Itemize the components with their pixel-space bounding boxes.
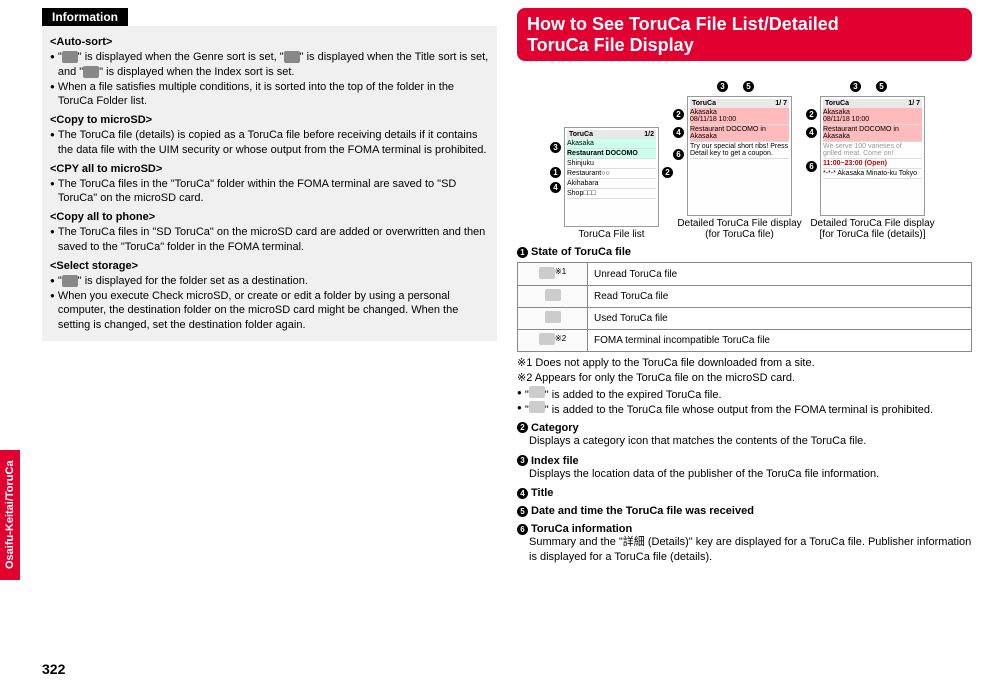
auto-sort-bullet-1: "" is displayed when the Genre sort is s… <box>50 50 489 80</box>
note-bullet-prohibited: "" is added to the ToruCa file whose out… <box>517 401 972 416</box>
output-prohibited-icon <box>529 401 545 413</box>
state-table: ※1 Unread ToruCa file Read ToruCa file U… <box>517 262 972 352</box>
callout-2-icon: 2 <box>662 167 673 178</box>
fig-c-caption-l2: [for ToruCa file (details)] <box>810 229 935 240</box>
select-storage-bullet-2: When you execute Check microSD, or creat… <box>50 289 489 334</box>
select-storage-bullet-1: "" is displayed for the folder set as a … <box>50 274 489 289</box>
callout-3-icon: 3 <box>717 81 728 92</box>
note-1: ※1 Does not apply to the ToruCa file dow… <box>527 356 972 371</box>
information-header: Information <box>42 8 128 26</box>
callout-5-icon: 5 <box>517 506 528 517</box>
unread-toruca-icon <box>539 267 555 279</box>
used-toruca-icon <box>545 311 561 323</box>
cell-used: Used ToruCa file <box>588 307 972 329</box>
callout-1-icon: 1 <box>517 247 528 258</box>
item-4-heading: 4Title <box>517 487 972 499</box>
item-1-heading: 1State of ToruCa file <box>517 246 972 258</box>
note-2: ※2 Appears for only the ToruCa file on t… <box>527 371 972 386</box>
side-tab: Osaifu-Keitai/ToruCa <box>0 450 20 580</box>
callout-4-icon: 4 <box>550 182 561 193</box>
index-sort-icon <box>83 66 99 78</box>
select-storage-heading: <Select storage> <box>50 259 489 274</box>
phone-screen-detail-2: ToruCa1/ 7 Akasaka08/11/18 10:00 Restaur… <box>820 96 925 216</box>
destination-folder-icon <box>62 275 78 287</box>
title-sort-icon <box>284 51 300 63</box>
note-bullet-expired: "" is added to the expired ToruCa file. <box>517 386 972 401</box>
table-row: Used ToruCa file <box>518 307 972 329</box>
callout-4-icon: 4 <box>806 127 817 138</box>
item-5-heading: 5Date and time the ToruCa file was recei… <box>517 505 972 517</box>
read-toruca-icon <box>545 289 561 301</box>
section-banner: How to See ToruCa File List/Detailed Tor… <box>517 8 972 61</box>
callout-6-icon: 6 <box>673 149 684 160</box>
fig-b-caption-l1: Detailed ToruCa File display <box>677 218 802 229</box>
copy-microsd-heading: <Copy to microSD> <box>50 113 489 128</box>
item-6-desc: Summary and the "詳細 (Details)" key are d… <box>529 535 972 565</box>
callout-3-icon: 3 <box>517 455 528 466</box>
auto-sort-bullet-2: When a file satisfies multiple condition… <box>50 80 489 110</box>
cell-unread: Unread ToruCa file <box>588 263 972 285</box>
table-row: Read ToruCa file <box>518 285 972 307</box>
information-body: <Auto-sort> "" is displayed when the Gen… <box>42 26 497 341</box>
item-3-heading: 3Index file <box>517 455 972 467</box>
callout-2-icon: 2 <box>673 109 684 120</box>
incompatible-toruca-icon <box>539 333 555 345</box>
table-row: ※2 FOMA terminal incompatible ToruCa fil… <box>518 329 972 351</box>
fig-c-caption-l1: Detailed ToruCa File display <box>810 218 935 229</box>
figure-toruca-list: 3 1 4 2 ToruCa1/2 Akasaka Restaurant DOC… <box>554 112 669 240</box>
copy-all-phone-heading: <Copy all to phone> <box>50 210 489 225</box>
copy-microsd-bullet-1: The ToruCa file (details) is copied as a… <box>50 128 489 158</box>
fig-b-caption-l2: (for ToruCa file) <box>677 229 802 240</box>
auto-sort-heading: <Auto-sort> <box>50 35 489 50</box>
right-column: How to See ToruCa File List/Detailed Tor… <box>517 8 972 657</box>
callout-4-icon: 4 <box>517 488 528 499</box>
table-notes: ※1 Does not apply to the ToruCa file dow… <box>517 356 972 416</box>
genre-sort-icon <box>62 51 78 63</box>
figure-detail-1: 3 5 2 4 6 ToruCa1/ 7 Akasaka08/11/18 10:… <box>677 81 802 240</box>
callout-2-icon: 2 <box>806 109 817 120</box>
copy-all-phone-bullet-1: The ToruCa files in "SD ToruCa" on the m… <box>50 225 489 255</box>
callout-1-icon: 1 <box>550 167 561 178</box>
phone-screen-detail-1: ToruCa1/ 7 Akasaka08/11/18 10:00 Restaur… <box>687 96 792 216</box>
item-2-desc: Displays a category icon that matches th… <box>529 434 972 449</box>
item-3-desc: Displays the location data of the publis… <box>529 467 972 482</box>
fig-a-caption: ToruCa File list <box>554 229 669 240</box>
callout-5-icon: 5 <box>876 81 887 92</box>
callout-3-icon: 3 <box>550 142 561 153</box>
item-2-heading: 2Category <box>517 422 972 434</box>
cell-read: Read ToruCa file <box>588 285 972 307</box>
figure-detail-2: 3 5 2 4 6 ToruCa1/ 7 Akasaka08/11/18 10:… <box>810 81 935 240</box>
cpy-all-microsd-bullet-1: The ToruCa files in the "ToruCa" folder … <box>50 177 489 207</box>
phone-screen-list: ToruCa1/2 Akasaka Restaurant DOCOMO Shin… <box>564 127 659 227</box>
expired-icon <box>529 386 545 398</box>
callout-4-icon: 4 <box>673 127 684 138</box>
cell-incompatible: FOMA terminal incompatible ToruCa file <box>588 329 972 351</box>
cpy-all-microsd-heading: <CPY all to microSD> <box>50 162 489 177</box>
table-row: ※1 Unread ToruCa file <box>518 263 972 285</box>
item-6-heading: 6ToruCa information <box>517 523 972 535</box>
figures-row: 3 1 4 2 ToruCa1/2 Akasaka Restaurant DOC… <box>517 81 972 240</box>
callout-6-icon: 6 <box>806 161 817 172</box>
callout-5-icon: 5 <box>743 81 754 92</box>
callout-3-icon: 3 <box>850 81 861 92</box>
callout-6-icon: 6 <box>517 524 528 535</box>
callout-2-icon: 2 <box>517 422 528 433</box>
left-column: Information <Auto-sort> "" is displayed … <box>42 8 497 657</box>
page-number: 322 <box>42 661 65 677</box>
